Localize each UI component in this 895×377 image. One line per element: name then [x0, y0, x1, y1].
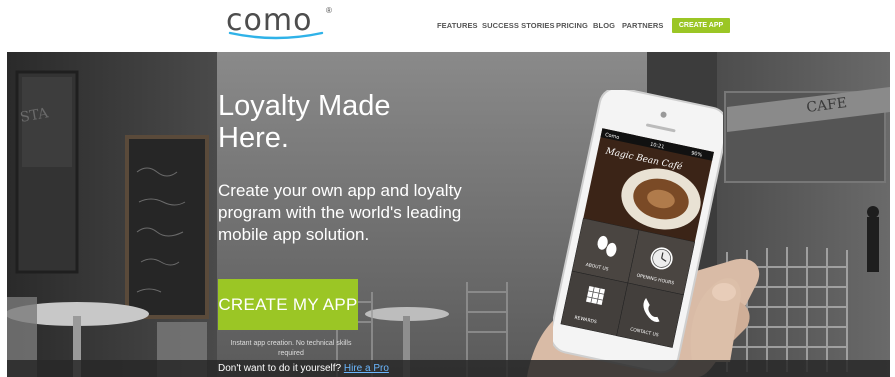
- logo-registered-mark: ®: [326, 6, 332, 15]
- create-my-app-button[interactable]: CREATE MY APP: [218, 279, 358, 330]
- hero-bottom-bar: [7, 360, 890, 377]
- cta-note: Instant app creation. No technical skill…: [230, 340, 352, 357]
- hire-pro-text: Don't want to do it yourself?: [218, 363, 342, 374]
- hire-a-pro-link[interactable]: Hire a Pro: [344, 363, 389, 374]
- grid-card-icon: [586, 285, 605, 305]
- nav-success-stories[interactable]: SUCCESS STORIES: [482, 18, 555, 34]
- hero-banner: STA CAFE Loyalty Made Here. Create your …: [7, 52, 890, 377]
- logo-swoosh-icon: [228, 31, 324, 40]
- nav-pricing[interactable]: PRICING: [556, 18, 588, 34]
- create-app-button[interactable]: CREATE APP: [672, 18, 730, 33]
- hero-subtitle: Create your own app and loyalty program …: [218, 181, 462, 244]
- hire-pro-prompt: Don't want to do it yourself? Hire a Pro: [218, 363, 389, 375]
- nav-blog[interactable]: BLOG: [593, 18, 615, 34]
- thumb-overlay: [690, 278, 741, 362]
- nav-partners[interactable]: PARTNERS: [622, 18, 664, 34]
- hero-title: Loyalty Made Here.: [218, 90, 391, 154]
- nav-features[interactable]: FEATURES: [437, 18, 478, 34]
- site-header: como ® FEATURES SUCCESS STORIES PRICING …: [0, 0, 895, 52]
- como-logo[interactable]: como ®: [226, 4, 336, 44]
